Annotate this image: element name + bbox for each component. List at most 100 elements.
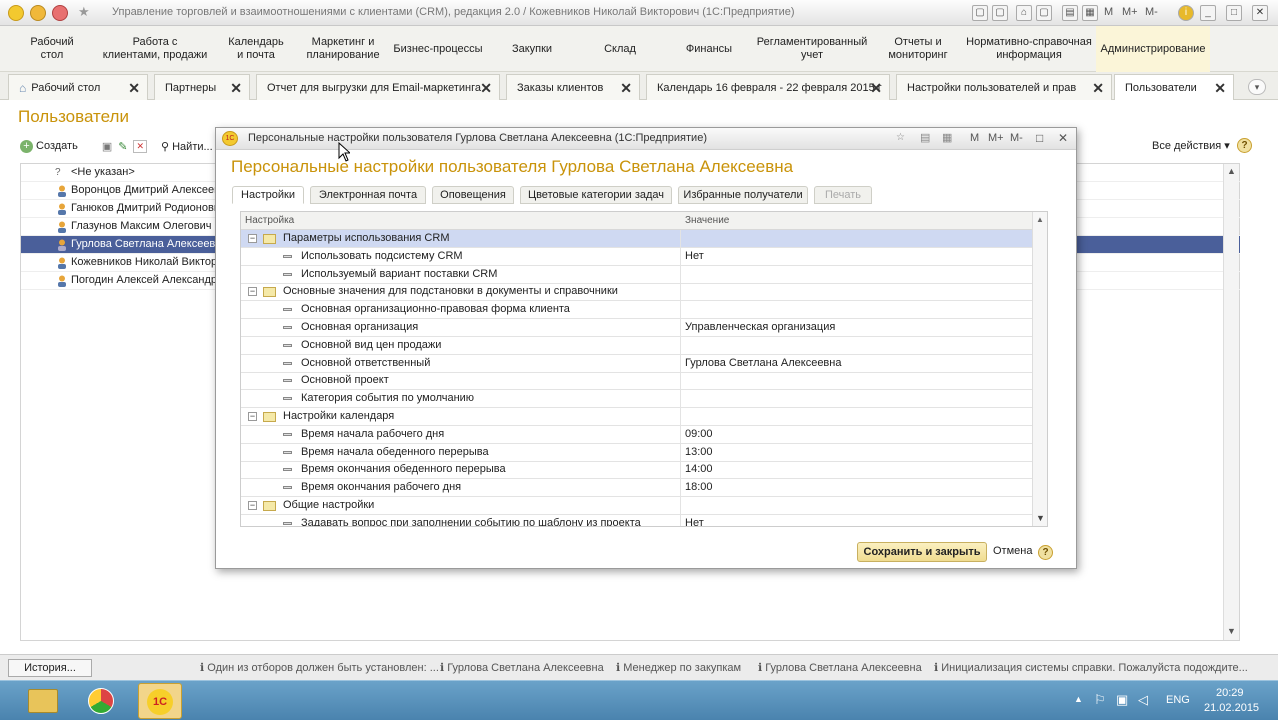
history-button[interactable]: История... [8, 659, 92, 677]
settings-group-row[interactable]: − Общие настройки [241, 497, 1033, 515]
star-icon[interactable]: ★ [78, 4, 90, 20]
setting-value-cell[interactable]: 18:00 [685, 479, 713, 496]
setting-value-cell[interactable]: Нет [685, 248, 704, 265]
settings-row[interactable]: Основной вид цен продажи [241, 336, 1033, 355]
close-icon[interactable]: ✕ [480, 80, 492, 97]
info-icon[interactable]: i [1178, 5, 1194, 21]
minimize-icon[interactable]: _ [1200, 5, 1216, 21]
tab-users[interactable]: Пользователи ✕ [1114, 74, 1234, 100]
calculator-icon[interactable]: ▤ [1062, 5, 1078, 21]
tab-settings[interactable]: Настройки [232, 186, 304, 204]
tab-user-settings[interactable]: Настройки пользователей и прав ✕ [896, 74, 1112, 100]
history-icon[interactable]: ▢ [1036, 5, 1052, 21]
settings-row[interactable]: Основная организация Управленческая орган… [241, 319, 1033, 337]
section-warehouse[interactable]: Склад [590, 26, 650, 72]
section-purchases[interactable]: Закупки [500, 26, 564, 72]
app-logo-icon[interactable] [8, 5, 24, 21]
settings-row[interactable]: Основной проект [241, 372, 1033, 391]
section-business-processes[interactable]: Бизнес-процессы [390, 26, 486, 72]
setting-value-cell[interactable]: 14:00 [685, 461, 713, 478]
maximize-icon[interactable]: □ [1036, 131, 1043, 145]
close-icon[interactable]: ✕ [1252, 5, 1268, 21]
create-button[interactable]: + Создать [20, 139, 78, 153]
section-reports[interactable]: Отчеты и мониторинг [882, 26, 954, 72]
calendar-icon[interactable]: ▦ [942, 131, 952, 144]
settings-group-row[interactable]: − Параметры использования CRM [241, 230, 1033, 248]
settings-row[interactable]: Основная организационно-правовая форма к… [241, 301, 1033, 320]
memory-m-icon[interactable]: M [970, 132, 979, 144]
tab-notifications[interactable]: Оповещения [432, 186, 514, 204]
column-header-value[interactable]: Значение [685, 215, 729, 226]
status-message[interactable]: ℹ Инициализация системы справки. Пожалуй… [934, 661, 1248, 674]
settings-row[interactable]: Использовать подсистему CRM Нет [241, 247, 1033, 266]
tab-favorite-recipients[interactable]: Избранные получатели [678, 186, 808, 204]
status-message[interactable]: ℹ Гурлова Светлана Алексеевна [440, 661, 604, 674]
scroll-down-icon[interactable]: ▼ [1227, 626, 1236, 636]
network-icon[interactable]: ▣ [1116, 692, 1128, 708]
setting-value-cell[interactable]: Гурлова Светлана Алексеевна [685, 355, 841, 372]
memory-mminus-icon[interactable]: M- [1010, 132, 1023, 144]
section-desktop[interactable]: Рабочий стол [20, 26, 84, 72]
setting-value-cell[interactable]: Нет [685, 515, 704, 526]
close-icon[interactable]: ✕ [1058, 131, 1068, 145]
delete-icon[interactable]: ✕ [133, 139, 147, 153]
close-circle-icon[interactable] [52, 5, 68, 21]
close-icon[interactable]: ✕ [1214, 80, 1226, 97]
clock-time[interactable]: 20:29 [1216, 687, 1244, 699]
memory-mminus-icon[interactable]: M- [1145, 6, 1158, 18]
help-icon[interactable]: ? [1038, 545, 1053, 560]
calendar-icon[interactable]: ▦ [1082, 5, 1098, 21]
tray-arrow-icon[interactable]: ▲ [1074, 694, 1083, 704]
close-icon[interactable]: ✕ [870, 80, 882, 97]
scroll-up-icon[interactable]: ▲ [1227, 166, 1236, 176]
edit-icon[interactable]: ✎ [118, 140, 127, 153]
tab-partners[interactable]: Партнеры ✕ [154, 74, 250, 100]
list-scrollbar[interactable]: ▲ ▼ [1223, 164, 1239, 640]
scroll-up-icon[interactable]: ▲ [1036, 215, 1044, 224]
settings-group-row[interactable]: − Настройки календаря [241, 408, 1033, 426]
memory-m-icon[interactable]: M [1104, 6, 1113, 18]
language-indicator[interactable]: ENG [1166, 694, 1190, 706]
close-icon[interactable]: ✕ [128, 80, 140, 97]
find-button[interactable]: ⚲ Найти... [161, 140, 213, 153]
collapse-icon[interactable]: − [248, 287, 257, 297]
setting-value-cell[interactable]: 09:00 [685, 426, 713, 443]
settings-row[interactable]: Время окончания обеденного перерыва 14:00 [241, 461, 1033, 480]
1c-app-icon[interactable]: 1С [138, 683, 182, 719]
maximize-icon[interactable]: □ [1226, 5, 1242, 21]
bell-icon[interactable]: ▢ [972, 5, 988, 21]
calculator-icon[interactable]: ▤ [920, 131, 930, 144]
tab-calendar[interactable]: Календарь 16 февраля - 22 февраля 2015 г… [646, 74, 890, 100]
collapse-icon[interactable]: − [248, 501, 257, 510]
settings-row[interactable]: Время начала обеденного перерыва 13:00 [241, 443, 1033, 462]
section-reference-info[interactable]: Нормативно-справочная информация [964, 26, 1094, 72]
memory-mplus-icon[interactable]: M+ [1122, 6, 1138, 18]
menu-icon[interactable] [30, 5, 46, 21]
tabs-menu-icon[interactable]: ▾ [1248, 79, 1266, 95]
collapse-icon[interactable]: − [248, 412, 257, 421]
home-icon[interactable]: ⌂ [1016, 5, 1032, 21]
all-actions-menu[interactable]: Все действия ▾ [1152, 139, 1230, 152]
section-regulated-accounting[interactable]: Регламентированный учет [752, 26, 872, 72]
tab-email[interactable]: Электронная почта [310, 186, 426, 204]
chrome-icon[interactable] [88, 688, 114, 714]
status-message[interactable]: ℹ Один из отборов должен быть установлен… [200, 661, 439, 674]
save-and-close-button[interactable]: Сохранить и закрыть [857, 542, 987, 562]
tab-customer-orders[interactable]: Заказы клиентов ✕ [506, 74, 640, 100]
volume-icon[interactable]: ◁ [1138, 692, 1148, 708]
section-marketing[interactable]: Маркетинг и планирование [300, 26, 386, 72]
favorite-icon[interactable]: ☆ [896, 132, 905, 143]
collapse-icon[interactable]: − [248, 234, 257, 243]
settings-row[interactable]: Используемый вариант поставки CRM [241, 265, 1033, 284]
setting-value-cell[interactable]: 13:00 [685, 444, 713, 461]
grid-scrollbar[interactable]: ▲ ▼ [1032, 212, 1047, 526]
tab-desktop[interactable]: ⌂ Рабочий стол ✕ [8, 74, 148, 100]
settings-row[interactable]: Время начала рабочего дня 09:00 [241, 425, 1033, 444]
close-icon[interactable]: ✕ [230, 80, 242, 97]
section-administration[interactable]: Администрирование [1096, 26, 1210, 72]
link-icon[interactable]: ▢ [992, 5, 1008, 21]
close-icon[interactable]: ✕ [620, 80, 632, 97]
status-message[interactable]: ℹ Менеджер по закупкам [616, 661, 741, 674]
settings-row[interactable]: Основной ответственный Гурлова Светлана А… [241, 354, 1033, 373]
copy-icon[interactable]: ▣ [102, 140, 112, 153]
